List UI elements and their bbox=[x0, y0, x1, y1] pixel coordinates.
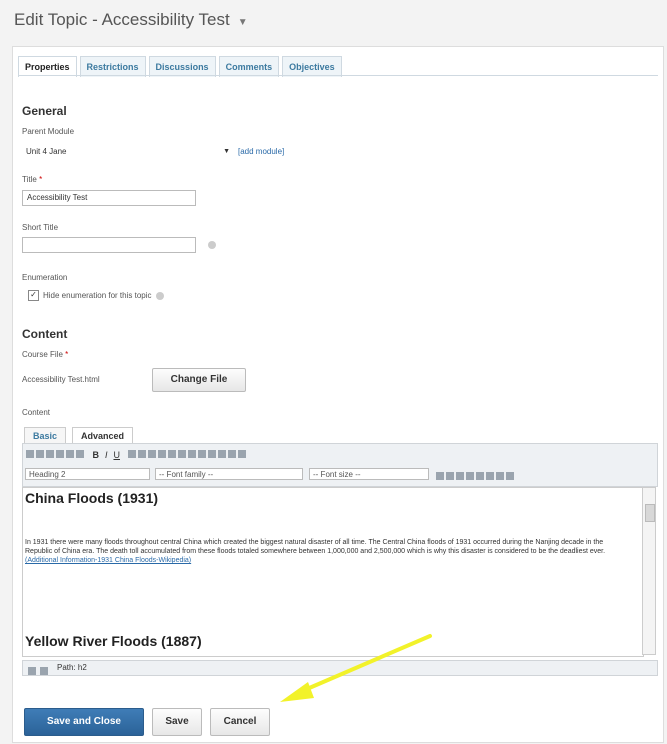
align-left-icon[interactable] bbox=[128, 449, 137, 458]
text-color-icon[interactable] bbox=[436, 471, 444, 480]
save-button[interactable]: Save bbox=[152, 708, 202, 736]
enumeration-checkbox-text: Hide enumeration for this topic bbox=[43, 291, 152, 300]
enumeration-checkbox[interactable]: ✓ bbox=[28, 290, 39, 301]
add-module-link[interactable]: [add module] bbox=[238, 147, 284, 156]
tab-advanced[interactable]: Advanced bbox=[72, 427, 134, 444]
cancel-button[interactable]: Cancel bbox=[210, 708, 270, 736]
bg-color-icon[interactable] bbox=[446, 471, 454, 480]
link-icon[interactable] bbox=[486, 471, 494, 480]
ltr-icon[interactable] bbox=[228, 449, 237, 458]
spellcheck-icon[interactable] bbox=[506, 471, 514, 480]
save-and-close-button[interactable]: Save and Close bbox=[24, 708, 144, 736]
align-center-icon[interactable] bbox=[138, 449, 147, 458]
rtl-icon[interactable] bbox=[238, 449, 247, 458]
numbered-list-icon[interactable] bbox=[178, 449, 187, 458]
align-justify-icon[interactable] bbox=[158, 449, 167, 458]
path-indicator: Path: h2 bbox=[57, 663, 87, 672]
tab-objectives[interactable]: Objectives bbox=[282, 56, 342, 77]
chevron-down-icon: ▼ bbox=[223, 148, 230, 155]
page-title-text: Edit Topic - Accessibility Test bbox=[14, 10, 230, 29]
equation-icon[interactable] bbox=[476, 471, 484, 480]
undo-icon[interactable] bbox=[66, 449, 74, 458]
cut-icon[interactable] bbox=[26, 449, 34, 458]
copy-icon[interactable] bbox=[36, 449, 44, 458]
general-heading: General bbox=[22, 104, 67, 118]
change-file-button[interactable]: Change File bbox=[152, 368, 246, 392]
image-icon[interactable] bbox=[456, 471, 464, 480]
toolbar-row-1: BIU bbox=[25, 445, 247, 463]
parent-module-select[interactable]: Unit 4 Jane ▼ bbox=[22, 145, 232, 161]
source-icon[interactable] bbox=[40, 667, 48, 675]
font-size-select[interactable]: -- Font size -- bbox=[309, 468, 429, 480]
align-right-icon[interactable] bbox=[148, 449, 157, 458]
superscript-icon[interactable] bbox=[218, 449, 227, 458]
tab-comments[interactable]: Comments bbox=[218, 56, 280, 77]
short-title-label: Short Title bbox=[22, 223, 59, 232]
content-heading: Content bbox=[22, 327, 68, 341]
page-title: Edit Topic - Accessibility Test ▼ bbox=[14, 10, 248, 30]
enumeration-label: Enumeration bbox=[22, 273, 68, 282]
preview-icon[interactable] bbox=[28, 667, 36, 675]
italic-icon[interactable]: I bbox=[105, 450, 108, 460]
chevron-down-icon[interactable]: ▼ bbox=[238, 17, 248, 28]
table-icon[interactable] bbox=[466, 471, 474, 480]
outdent-icon[interactable] bbox=[188, 449, 197, 458]
font-family-select[interactable]: -- Font family -- bbox=[155, 468, 303, 480]
title-label-text: Title bbox=[22, 175, 37, 184]
bullet-list-icon[interactable] bbox=[168, 449, 177, 458]
help-icon[interactable] bbox=[155, 291, 164, 300]
tab-restrictions[interactable]: Restrictions bbox=[79, 56, 146, 77]
content-label: Content bbox=[22, 408, 51, 417]
paragraph-1-text: In 1931 there were many floods throughou… bbox=[25, 539, 606, 555]
tab-discussions[interactable]: Discussions bbox=[148, 56, 216, 77]
tab-divider bbox=[18, 75, 658, 76]
subscript-icon[interactable] bbox=[208, 449, 217, 458]
additional-info-link[interactable]: (Additional Information-1931 China Flood… bbox=[25, 557, 191, 564]
short-title-input[interactable] bbox=[22, 237, 196, 253]
parent-module-label: Parent Module bbox=[22, 127, 75, 136]
editor-toolbar: BIU Heading 2 -- Font family -- -- Font … bbox=[22, 443, 658, 487]
tab-basic[interactable]: Basic bbox=[24, 427, 67, 444]
scrollbar-thumb[interactable] bbox=[645, 504, 655, 522]
title-label: Title * bbox=[22, 175, 43, 184]
paste-icon[interactable] bbox=[46, 449, 54, 458]
tab-properties[interactable]: Properties bbox=[18, 56, 77, 77]
unlink-icon[interactable] bbox=[496, 471, 504, 480]
parent-module-value: Unit 4 Jane bbox=[26, 147, 67, 156]
paste-text-icon[interactable] bbox=[56, 449, 64, 458]
toolbar-row-2-icons bbox=[435, 467, 515, 485]
redo-icon[interactable] bbox=[76, 449, 84, 458]
bold-icon[interactable]: B bbox=[92, 450, 99, 460]
content-paragraph-1: In 1931 there were many floods throughou… bbox=[25, 538, 631, 565]
enumeration-checkbox-label: Hide enumeration for this topic bbox=[43, 291, 164, 300]
course-file-label: Course File * bbox=[22, 350, 69, 359]
course-file-name: Accessibility Test.html bbox=[22, 375, 100, 384]
content-heading-1: China Floods (1931) bbox=[25, 490, 159, 506]
indent-icon[interactable] bbox=[198, 449, 207, 458]
editor-scrollbar[interactable] bbox=[642, 487, 656, 655]
course-file-label-text: Course File bbox=[22, 350, 63, 359]
title-input[interactable]: Accessibility Test bbox=[22, 190, 196, 206]
format-select[interactable]: Heading 2 bbox=[25, 468, 150, 480]
tab-bar: Properties Restrictions Discussions Comm… bbox=[18, 56, 342, 77]
help-icon[interactable] bbox=[208, 241, 216, 249]
underline-icon[interactable]: U bbox=[113, 450, 120, 460]
content-heading-2: Yellow River Floods (1887) bbox=[25, 633, 202, 649]
annotation-arrow-icon bbox=[280, 634, 432, 702]
